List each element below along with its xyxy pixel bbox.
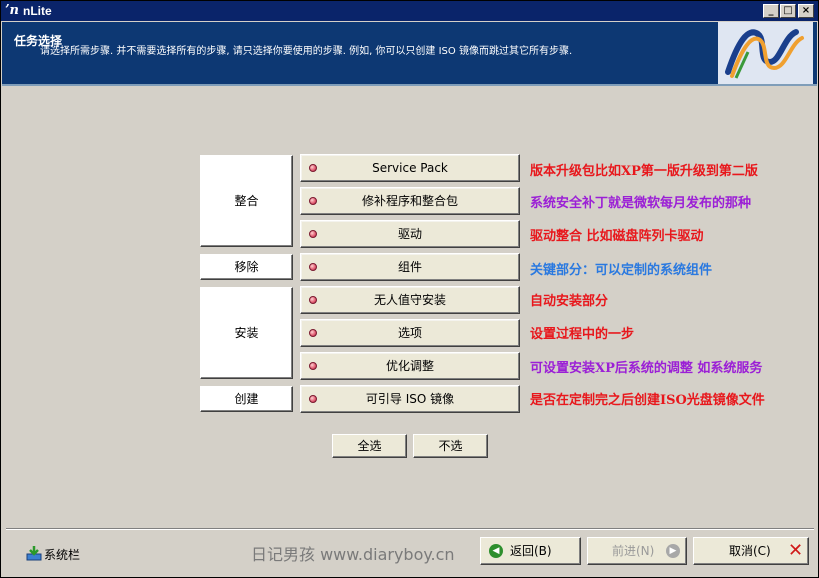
window-title: nLite — [23, 4, 52, 18]
minimize-button[interactable]: _ — [763, 4, 779, 18]
maximize-button[interactable]: □ — [780, 4, 796, 18]
wizard-header: 任务选择 请选择所需步骤. 并不需要选择所有的步骤, 请只选择你要使用的步骤. … — [2, 22, 817, 86]
back-label: 返回(B) — [510, 544, 552, 558]
group-integrate-button[interactable]: 整合 — [200, 155, 293, 247]
select-none-button[interactable]: 不选 — [413, 434, 488, 458]
task-components-button[interactable]: 组件 — [300, 253, 520, 281]
page-description: 请选择所需步骤. 并不需要选择所有的步骤, 请只选择你要使用的步骤. 例如, 你… — [40, 46, 573, 57]
nlite-app-icon: ʼn — [5, 3, 19, 18]
select-all-button[interactable]: 全选 — [332, 434, 407, 458]
task-label: 修补程序和整合包 — [361, 194, 458, 208]
cancel-label: 取消(C) — [729, 544, 771, 558]
task-unattended-button[interactable]: 无人值守安装 — [300, 286, 520, 314]
task-label: 选项 — [397, 326, 422, 340]
back-arrow-icon: ◀ — [489, 544, 503, 558]
watermark-text: 日记男孩 www.diaryboy.cn — [251, 545, 455, 564]
tray-icon — [26, 546, 42, 561]
back-button[interactable]: ◀ 返回(B) — [480, 537, 581, 565]
task-options-button[interactable]: 选项 — [300, 319, 520, 347]
tray-label: 系统栏 — [44, 548, 81, 562]
group-setup-button[interactable]: 安装 — [200, 287, 293, 379]
task-bootable-iso-button[interactable]: 可引导 ISO 镜像 — [300, 385, 520, 413]
task-label: 可引导 ISO 镜像 — [365, 392, 455, 406]
cancel-x-icon: ✕ — [788, 540, 804, 561]
task-drivers-button[interactable]: 驱动 — [300, 220, 520, 248]
task-label: 组件 — [397, 260, 422, 274]
status-dot-icon — [309, 230, 317, 238]
annotation-hotfixes: 系统安全补丁就是微软每月发布的那种 — [530, 196, 752, 211]
footer-divider — [6, 528, 814, 530]
next-button[interactable]: 前进(N) ▶ — [587, 537, 687, 565]
status-dot-icon — [309, 395, 317, 403]
status-dot-icon — [309, 263, 317, 271]
group-create-button[interactable]: 创建 — [200, 386, 293, 412]
status-dot-icon — [309, 197, 317, 205]
task-service-pack-button[interactable]: Service Pack — [300, 154, 520, 182]
task-label: 驱动 — [397, 227, 422, 241]
task-label: 无人值守安装 — [373, 293, 446, 307]
nlite-window: ʼn nLite _ □ × 任务选择 请选择所需步骤. 并不需要选择所有的步骤… — [0, 0, 819, 578]
status-dot-icon — [309, 362, 317, 370]
next-arrow-icon: ▶ — [666, 544, 680, 558]
annotation-drivers: 驱动整合 比如磁盘阵列卡驱动 — [530, 229, 704, 244]
task-label: 优化调整 — [385, 359, 434, 373]
annotation-bootable-iso: 是否在定制完之后创建ISO光盘镜像文件 — [530, 393, 765, 408]
task-tweaks-button[interactable]: 优化调整 — [300, 352, 520, 380]
annotation-tweaks: 可设置安装XP后系统的调整 如系统服务 — [530, 361, 763, 376]
title-bar[interactable]: ʼn nLite _ □ × — [1, 1, 818, 21]
status-dot-icon — [309, 164, 317, 172]
next-label: 前进(N) — [612, 544, 655, 558]
group-remove-button[interactable]: 移除 — [200, 254, 293, 280]
annotation-unattended: 自动安装部分 — [530, 294, 609, 309]
cancel-button[interactable]: 取消(C) ✕ — [693, 537, 809, 565]
task-hotfixes-button[interactable]: 修补程序和整合包 — [300, 187, 520, 215]
status-dot-icon — [309, 329, 317, 337]
status-dot-icon — [309, 296, 317, 304]
annotation-components: 关键部分：可以定制的系统组件 — [530, 263, 713, 278]
annotation-service-pack: 版本升级包比如XP第一版升级到第二版 — [530, 164, 758, 179]
task-label: Service Pack — [372, 161, 448, 175]
annotation-options: 设置过程中的一步 — [530, 327, 635, 342]
nlite-logo-icon — [718, 22, 813, 84]
close-window-button[interactable]: × — [798, 4, 814, 18]
